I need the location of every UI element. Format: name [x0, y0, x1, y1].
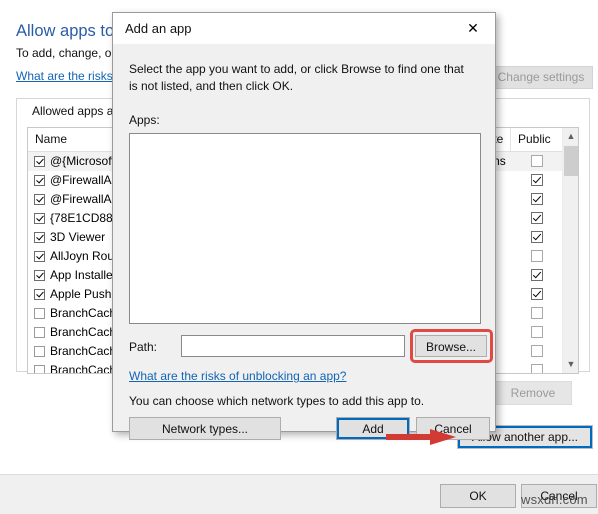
- row-enabled-checkbox[interactable]: [34, 175, 45, 186]
- row-public-checkbox[interactable]: [531, 155, 543, 167]
- scrollbar-thumb[interactable]: [564, 146, 578, 176]
- apps-label: Apps:: [129, 113, 160, 127]
- row-public-checkbox[interactable]: [531, 212, 543, 224]
- row-public-checkbox[interactable]: [531, 288, 543, 300]
- close-icon[interactable]: ✕: [451, 13, 495, 44]
- dialog-description: Select the app you want to add, or click…: [129, 62, 464, 93]
- row-enabled-checkbox[interactable]: [34, 232, 45, 243]
- row-public-checkbox[interactable]: [531, 269, 543, 281]
- watermark: wsxdn.com: [521, 492, 588, 507]
- add-button[interactable]: Add: [336, 417, 410, 440]
- row-enabled-checkbox[interactable]: [34, 213, 45, 224]
- row-public-checkbox[interactable]: [531, 345, 543, 357]
- row-enabled-checkbox[interactable]: [34, 365, 45, 373]
- row-public-checkbox[interactable]: [531, 250, 543, 262]
- remove-button[interactable]: Remove: [494, 381, 572, 405]
- network-types-hint: You can choose which network types to ad…: [129, 394, 425, 408]
- row-enabled-checkbox[interactable]: [34, 289, 45, 300]
- column-header-public[interactable]: Public: [510, 128, 562, 151]
- row-name-cell: App Installer: [34, 266, 117, 285]
- dialog-titlebar: Add an app ✕: [113, 13, 495, 44]
- row-public-checkbox[interactable]: [531, 231, 543, 243]
- scroll-down-arrow[interactable]: ▼: [563, 356, 578, 373]
- row-enabled-checkbox[interactable]: [34, 308, 45, 319]
- row-name-cell: 3D Viewer: [34, 228, 105, 247]
- dialog-command-bar: OK Cancel: [0, 474, 598, 514]
- change-settings-button[interactable]: Change settings: [489, 66, 593, 89]
- row-public-checkbox[interactable]: [531, 307, 543, 319]
- dialog-body: Select the app you want to add, or click…: [113, 44, 495, 440]
- ok-button[interactable]: OK: [440, 484, 516, 508]
- row-enabled-checkbox[interactable]: [34, 327, 45, 338]
- row-public-checkbox[interactable]: [531, 193, 543, 205]
- row-name-label: 3D Viewer: [50, 230, 106, 244]
- row-public-checkbox[interactable]: [531, 174, 543, 186]
- row-name-label: App Installer: [50, 268, 117, 282]
- row-enabled-checkbox[interactable]: [34, 156, 45, 167]
- row-enabled-checkbox[interactable]: [34, 251, 45, 262]
- dialog-cancel-button[interactable]: Cancel: [416, 417, 490, 440]
- row-public-checkbox[interactable]: [531, 364, 543, 373]
- row-public-checkbox[interactable]: [531, 326, 543, 338]
- unblocking-risks-link[interactable]: What are the risks of unblocking an app?: [129, 369, 346, 383]
- path-input[interactable]: [181, 335, 405, 357]
- path-label: Path:: [129, 340, 158, 354]
- row-enabled-checkbox[interactable]: [34, 194, 45, 205]
- row-enabled-checkbox[interactable]: [34, 270, 45, 281]
- network-types-button[interactable]: Network types...: [129, 417, 281, 440]
- listview-scrollbar[interactable]: ▲ ▼: [562, 128, 578, 373]
- row-enabled-checkbox[interactable]: [34, 346, 45, 357]
- scroll-up-arrow[interactable]: ▲: [563, 128, 578, 145]
- browse-button[interactable]: Browse...: [415, 335, 487, 357]
- add-an-app-dialog: Add an app ✕ Select the app you want to …: [112, 12, 496, 440]
- apps-listbox[interactable]: [129, 133, 481, 324]
- dialog-title: Add an app: [125, 21, 192, 36]
